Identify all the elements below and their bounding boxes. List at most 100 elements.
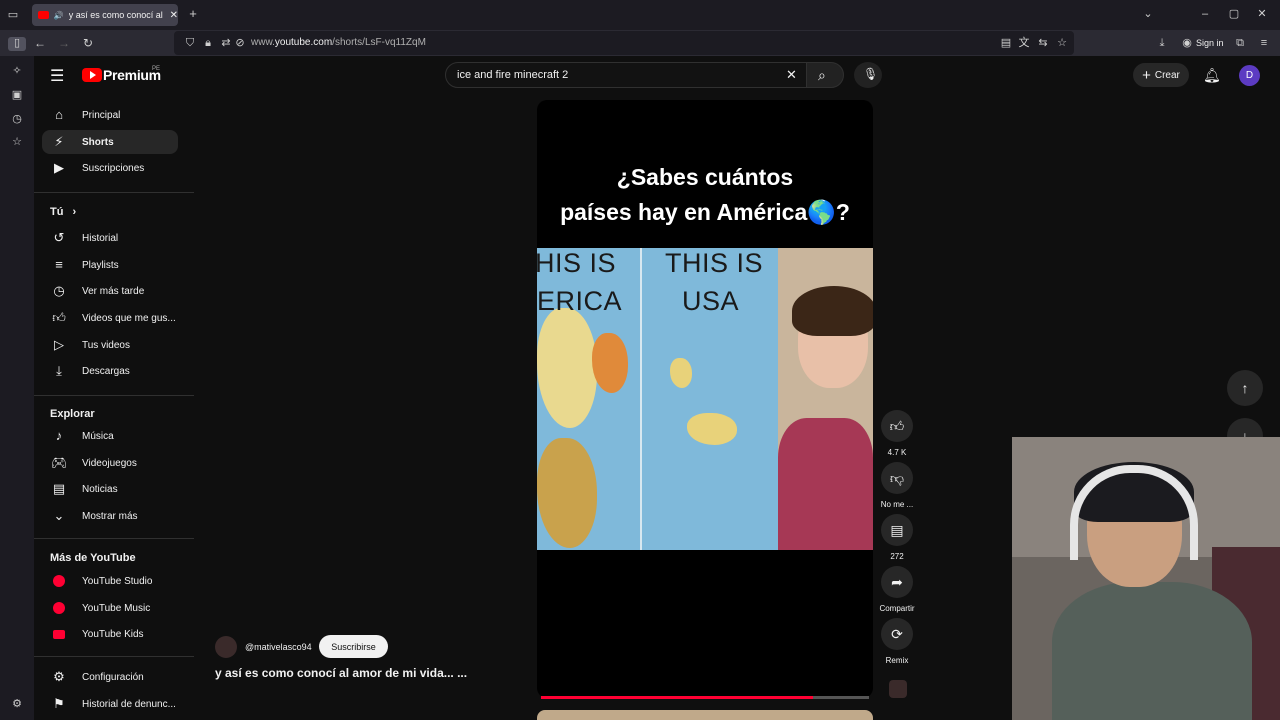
url-text[interactable]: www.youtube.com/shorts/LsF-vq11ZqM [251,37,426,48]
sidebar-item-label: Shorts [82,136,114,148]
subscribe-button[interactable]: Suscribirse [319,635,388,658]
browser-sidebar-strip: ✧ ▣ ◷ ☆ ⚙ [0,56,34,720]
account-icon[interactable]: ◉ [1180,37,1194,49]
sidebar-item-historial[interactable]: ↺ Historial [42,226,178,250]
sidebar-item-tus-videos[interactable]: ▷ Tus videos [42,333,178,357]
synced-tabs-icon[interactable]: ▣ [10,89,24,101]
sidebar-item-youtube-studio[interactable]: YouTube Studio [42,569,178,593]
sidebar-item-suscripciones[interactable]: ▶ Suscripciones [42,156,178,180]
reload-icon[interactable]: ↻ [81,37,95,49]
bookmarks-sidebar-icon[interactable]: ☆ [10,136,24,148]
back-icon[interactable]: ← [33,37,47,49]
sidebar-item-label: Descargas [82,365,130,377]
mic-icon: 🎙︎ [863,67,879,81]
sidebar-item-label: Historial [82,232,119,244]
close-tab-icon[interactable]: ✕ [170,10,178,21]
minimize-icon[interactable]: – [1198,8,1212,20]
menu-icon[interactable]: ≡ [1257,37,1271,49]
reader-view-icon[interactable]: ▤ [999,37,1013,49]
remix-button[interactable]: ⟳ Remix [881,618,913,665]
map-landmass [537,438,597,548]
forward-icon[interactable]: → [57,37,71,49]
translate-icon[interactable]: 文 [1017,37,1031,49]
sidebar-settings-icon[interactable]: ⚙ [10,698,24,710]
shield-icon[interactable]: ⛉ [183,37,197,49]
maximize-icon[interactable]: ▢ [1227,8,1241,20]
sidebar-item-playlists[interactable]: ≡ Playlists [42,253,178,277]
search-input[interactable]: ice and fire minecraft 2 [457,69,568,81]
sidebar-section-you[interactable]: Tú › [50,206,76,218]
translate-page-icon[interactable]: ⇆ [1036,37,1050,49]
channel-avatar[interactable] [215,636,237,658]
new-tab-icon[interactable]: + [186,7,200,20]
sidebar-item-mostrar-mas[interactable]: ⌄ Mostrar más [42,504,178,528]
shirt-shape [778,418,873,550]
sidebar-item-descargas[interactable]: ⤓ Descargas [42,359,178,383]
hamburger-menu-icon[interactable]: ☰ [50,66,64,86]
sidebar-item-configuracion[interactable]: ⚙ Configuración [42,665,178,689]
create-label: Crear [1154,69,1180,81]
downloads-icon[interactable]: ⤓ [1155,37,1169,49]
youtube-logo-icon[interactable] [82,68,102,82]
gaming-icon: 🎮︎ [51,455,68,470]
browser-tab[interactable]: 🔊 y así es como conocí al amor de mi vid… [32,4,178,26]
url-host: youtube.com [274,37,333,48]
close-window-icon[interactable]: ✕ [1255,8,1269,20]
sidebar-item-label: Noticias [82,483,118,495]
next-short-preview[interactable] [537,710,873,720]
comments-button[interactable]: ▤ 272 [881,514,913,561]
avatar[interactable]: D [1239,65,1260,86]
sound-thumbnail[interactable] [889,680,907,698]
map-label: THIS IS [665,248,764,278]
short-video-player[interactable]: ¿Sabes cuántos países hay en América🌎? H… [537,100,873,698]
comment-icon: ▤ [881,514,913,546]
gear-icon: ⚙ [53,669,65,684]
extensions-icon[interactable]: ⧉ [1233,37,1247,49]
notifications-bell-icon[interactable]: 🔔︎ [1203,67,1221,84]
tab-overview-icon[interactable]: ▭ [6,9,20,21]
home-icon: ⌂ [55,107,63,122]
sign-in-label[interactable]: Sign in [1196,38,1224,48]
panel-divider [640,248,642,550]
sidebar-item-noticias[interactable]: ▤ Noticias [42,477,178,501]
ai-chat-icon[interactable]: ✧ [10,65,24,77]
previous-short-button[interactable]: ↑ [1227,370,1263,406]
speaker-icon[interactable]: 🔊 [54,11,64,20]
dislike-button[interactable]: 👎︎ No me ... [881,462,913,509]
bookmark-star-icon[interactable]: ☆ [1055,37,1069,49]
share-button[interactable]: ➦ Compartir [879,566,915,613]
voice-search-button[interactable]: 🎙︎ [854,62,882,88]
chevron-right-icon: › [72,206,77,218]
sidebar-item-label: Suscripciones [82,162,145,174]
caption-line: países hay en América🌎? [560,199,850,225]
caption-line: ¿Sabes cuántos [616,164,794,190]
sidebar-item-liked-videos[interactable]: 👍︎ Videos que me gus... [42,306,178,330]
like-button[interactable]: 👍︎ 4.7 K [881,410,913,457]
history-sidebar-icon[interactable]: ◷ [10,113,24,125]
lock-icon[interactable]: 🔒︎ [201,37,215,49]
list-tabs-icon[interactable]: ⌄ [1141,8,1155,20]
sidebar-item-shorts[interactable]: ⚡ Shorts [42,130,178,154]
sidebar-item-ver-mas-tarde[interactable]: ◷ Ver más tarde [42,279,178,303]
sidebar-section-more-youtube: Más de YouTube [50,552,136,564]
notification-permission-icon[interactable]: ⊘ [233,37,247,49]
video-progress-bar[interactable] [541,696,869,699]
sidebar-item-youtube-music[interactable]: YouTube Music [42,596,178,620]
sidebar-item-musica[interactable]: ♪ Música [42,424,178,448]
sidebar-item-principal[interactable]: ⌂ Principal [42,103,178,127]
sidebar-item-youtube-kids[interactable]: YouTube Kids [42,622,178,646]
sidebar-toggle-icon[interactable]: ▯ [8,37,26,51]
permissions-icon[interactable]: ⇄ [219,37,233,49]
channel-name[interactable]: @mativelasco94 [245,642,312,652]
map-label: ERICA [537,286,623,316]
short-title[interactable]: y así es como conocí al amor de mi vida.… [215,666,467,680]
clear-search-icon[interactable]: ✕ [786,67,797,83]
create-button[interactable]: + Crear [1133,63,1189,87]
thumbs-down-icon: 👎︎ [881,462,913,494]
sidebar-item-label: Configuración [82,671,144,683]
sidebar-item-report-history[interactable]: ⚑ Historial de denunc... [42,692,178,716]
video-caption: ¿Sabes cuántos países hay en América🌎? [537,160,873,230]
search-button[interactable]: ⌕ [806,62,844,88]
map-label: USA [682,286,740,316]
sidebar-item-videojuegos[interactable]: 🎮︎ Videojuegos [42,451,178,475]
